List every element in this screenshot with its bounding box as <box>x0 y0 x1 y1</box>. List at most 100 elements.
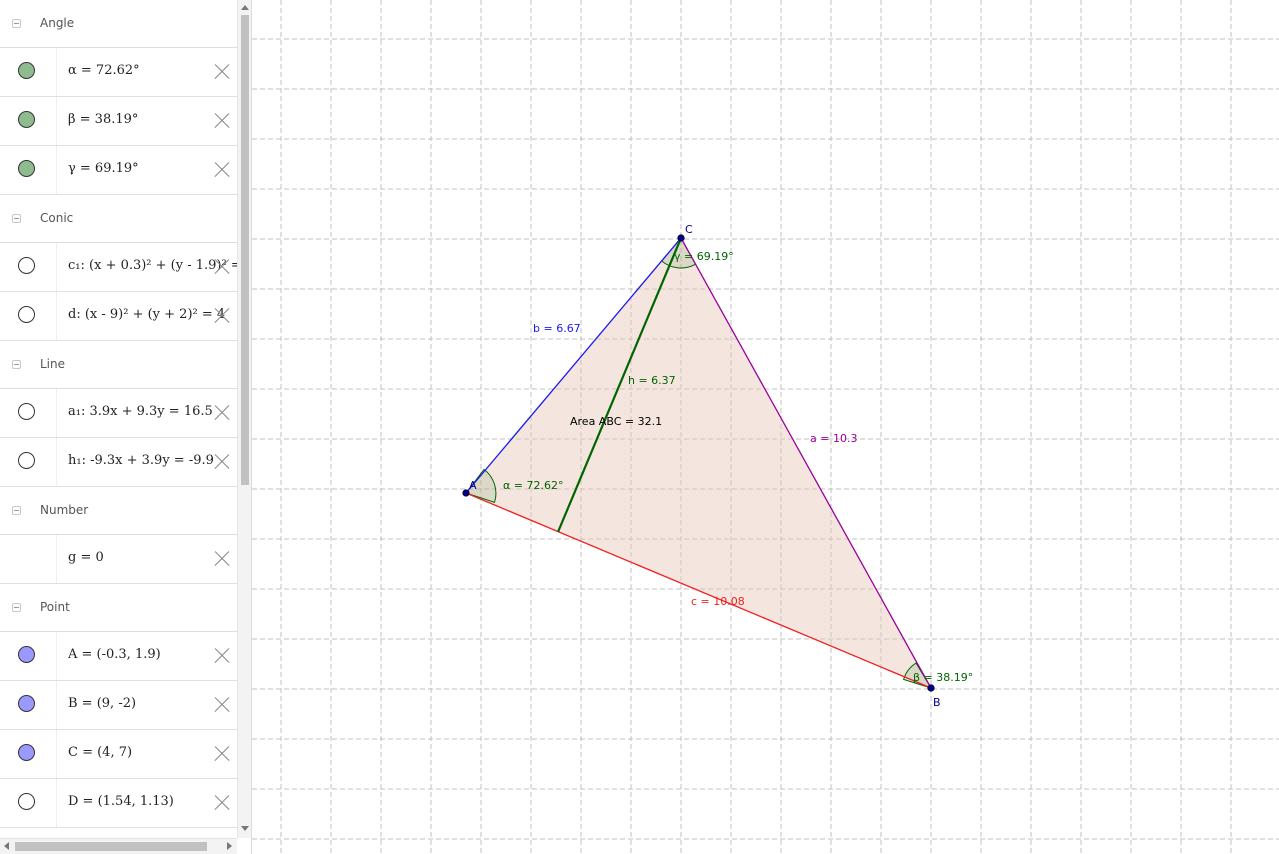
algebra-item-row[interactable]: d: (x - 9)² + (y + 2)² = 4 <box>0 292 237 341</box>
visibility-toggle-icon[interactable] <box>18 646 35 663</box>
algebra-item-row[interactable]: g = 0 <box>0 535 237 584</box>
algebra-horizontal-scrollbar[interactable] <box>0 838 237 854</box>
algebra-item-row[interactable]: C = (4, 7) <box>0 730 237 779</box>
graphics-canvas[interactable]: A B C b = 6.67 a = 10.3 c = 10.08 h = 6.… <box>252 0 1279 854</box>
algebra-item-row[interactable]: a₁: 3.9x + 9.3y = 16.5 <box>0 389 237 438</box>
delete-x-icon[interactable] <box>213 404 231 422</box>
visibility-toggle-icon[interactable] <box>18 111 35 128</box>
algebra-expression[interactable]: h₁: -9.3x + 3.9y = -9.9 <box>68 453 237 468</box>
graphics-view[interactable]: A B C b = 6.67 a = 10.3 c = 10.08 h = 6.… <box>251 0 1279 854</box>
category-label: Angle <box>40 16 75 30</box>
algebra-item-row[interactable]: A = (-0.3, 1.9) <box>0 632 237 681</box>
collapse-minus-icon[interactable] <box>12 360 21 369</box>
algebra-item-row[interactable]: c₁: (x + 0.3)² + (y - 1.9)² = 4 <box>0 243 237 292</box>
algebra-expression[interactable]: β = 38.19° <box>68 112 237 127</box>
category-label: Number <box>40 503 89 517</box>
row-divider <box>56 97 57 145</box>
delete-x-icon[interactable] <box>213 161 231 179</box>
visibility-toggle-icon[interactable] <box>18 403 35 420</box>
collapse-minus-icon[interactable] <box>12 603 21 612</box>
scroll-left-arrow-icon[interactable] <box>4 842 9 850</box>
row-divider <box>56 681 57 729</box>
vertical-scroll-thumb[interactable] <box>241 15 249 485</box>
algebra-vertical-scrollbar[interactable] <box>237 0 251 838</box>
algebra-view: Angle α = 72.62° β = 38.19° γ = 69.19° Conic… <box>0 0 237 838</box>
visibility-toggle-icon[interactable] <box>18 452 35 469</box>
scroll-up-arrow-icon[interactable] <box>241 5 249 10</box>
visibility-toggle-icon[interactable] <box>18 695 35 712</box>
delete-x-icon[interactable] <box>213 794 231 812</box>
category-label: Point <box>40 600 70 614</box>
horizontal-scroll-thumb[interactable] <box>15 842 207 851</box>
delete-x-icon[interactable] <box>213 307 231 325</box>
visibility-toggle-icon[interactable] <box>18 257 35 274</box>
category-header[interactable]: Segment <box>0 828 237 838</box>
category-label: Line <box>40 357 66 371</box>
triangle-area-fill[interactable] <box>466 238 931 688</box>
row-divider <box>56 48 57 96</box>
visibility-toggle-icon[interactable] <box>18 744 35 761</box>
collapse-minus-icon[interactable] <box>12 19 21 28</box>
angle-beta-label[interactable]: β = 38.19° <box>913 671 973 684</box>
algebra-expression[interactable]: c₁: (x + 0.3)² + (y - 1.9)² = 4 <box>68 258 237 273</box>
scroll-right-arrow-icon[interactable] <box>227 842 232 850</box>
delete-x-icon[interactable] <box>213 112 231 130</box>
delete-x-icon[interactable] <box>213 745 231 763</box>
algebra-expression[interactable]: D = (1.54, 1.13) <box>68 794 237 809</box>
algebra-item-row[interactable]: α = 72.62° <box>0 48 237 97</box>
collapse-minus-icon[interactable] <box>12 506 21 515</box>
category-label: Conic <box>40 211 74 225</box>
algebra-item-row[interactable]: γ = 69.19° <box>0 146 237 195</box>
algebra-item-row[interactable]: D = (1.54, 1.13) <box>0 779 237 828</box>
point-B[interactable] <box>927 684 935 692</box>
row-divider <box>56 389 57 437</box>
row-divider <box>56 243 57 291</box>
algebra-expression[interactable]: A = (-0.3, 1.9) <box>68 647 237 662</box>
category-header[interactable]: Point <box>0 584 237 632</box>
area-label[interactable]: Area ABC = 32.1 <box>570 415 662 428</box>
delete-x-icon[interactable] <box>213 258 231 276</box>
side-c-label[interactable]: c = 10.08 <box>691 595 745 608</box>
algebra-expression[interactable]: a₁: 3.9x + 9.3y = 16.5 <box>68 404 237 419</box>
visibility-toggle-icon[interactable] <box>18 62 35 79</box>
visibility-toggle-icon[interactable] <box>18 793 35 810</box>
side-a-label[interactable]: a = 10.3 <box>810 432 857 445</box>
row-divider <box>56 292 57 340</box>
delete-x-icon[interactable] <box>213 63 231 81</box>
algebra-expression[interactable]: d: (x - 9)² + (y + 2)² = 4 <box>68 307 237 322</box>
row-divider <box>56 438 57 486</box>
delete-x-icon[interactable] <box>213 453 231 471</box>
category-header[interactable]: Number <box>0 487 237 535</box>
algebra-expression[interactable]: α = 72.62° <box>68 63 237 78</box>
algebra-item-row[interactable]: h₁: -9.3x + 3.9y = -9.9 <box>0 438 237 487</box>
delete-x-icon[interactable] <box>213 696 231 714</box>
visibility-toggle-icon[interactable] <box>18 306 35 323</box>
algebra-expression[interactable]: γ = 69.19° <box>68 161 237 176</box>
point-A-label[interactable]: A <box>469 479 477 492</box>
row-divider <box>56 632 57 680</box>
visibility-toggle-icon[interactable] <box>18 160 35 177</box>
row-divider <box>56 146 57 194</box>
point-B-label[interactable]: B <box>933 696 941 709</box>
algebra-expression[interactable]: B = (9, -2) <box>68 696 237 711</box>
point-C[interactable] <box>677 234 685 242</box>
angle-gamma-label[interactable]: γ = 69.19° <box>674 250 734 263</box>
height-label[interactable]: h = 6.37 <box>628 374 676 387</box>
row-divider <box>56 535 57 583</box>
category-header[interactable]: Conic <box>0 195 237 243</box>
scroll-down-arrow-icon[interactable] <box>241 826 249 831</box>
category-header[interactable]: Line <box>0 341 237 389</box>
algebra-expression[interactable]: g = 0 <box>68 550 237 565</box>
row-divider <box>56 779 57 827</box>
algebra-expression[interactable]: C = (4, 7) <box>68 745 237 760</box>
delete-x-icon[interactable] <box>213 550 231 568</box>
point-C-label[interactable]: C <box>685 223 693 236</box>
category-header[interactable]: Angle <box>0 0 237 48</box>
algebra-item-row[interactable]: β = 38.19° <box>0 97 237 146</box>
algebra-item-row[interactable]: B = (9, -2) <box>0 681 237 730</box>
collapse-minus-icon[interactable] <box>12 214 21 223</box>
delete-x-icon[interactable] <box>213 647 231 665</box>
angle-alpha-label[interactable]: α = 72.62° <box>503 479 563 492</box>
side-b-label[interactable]: b = 6.67 <box>533 322 581 335</box>
row-divider <box>56 730 57 778</box>
